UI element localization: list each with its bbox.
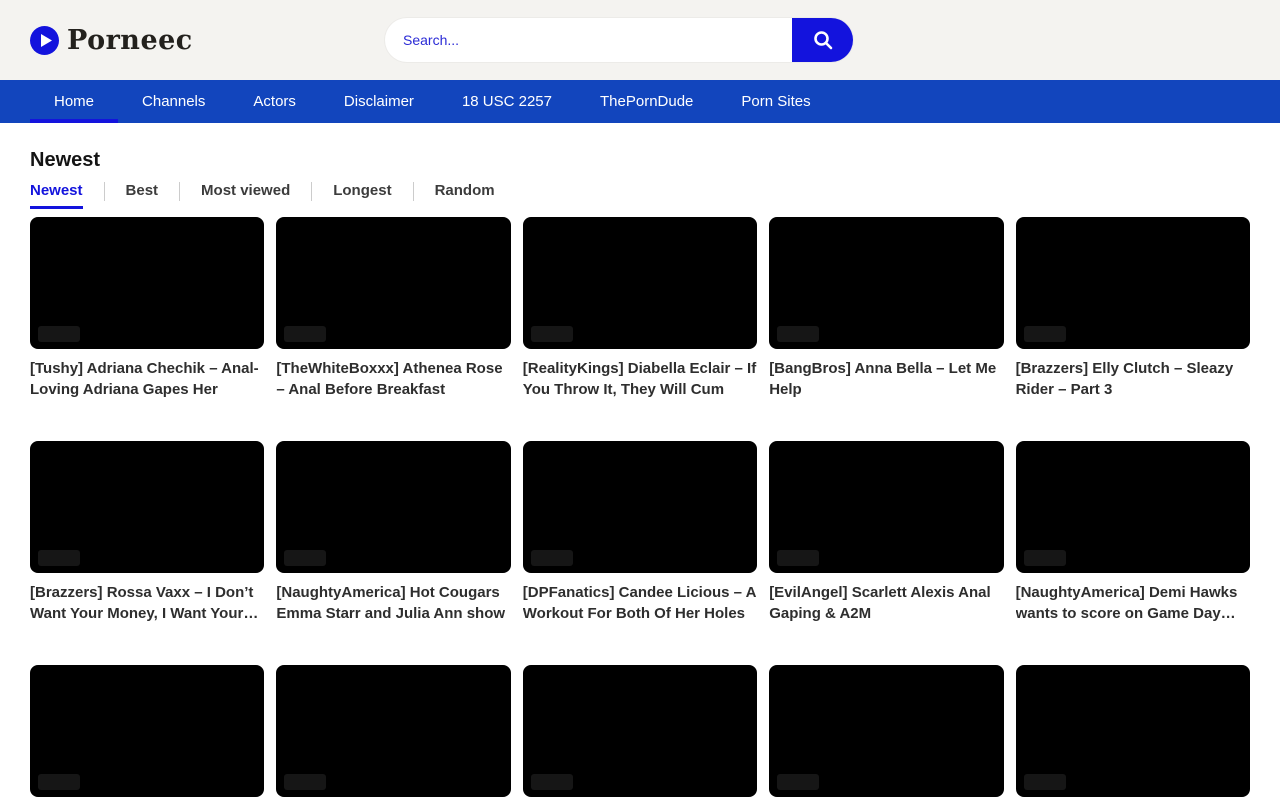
tab-divider bbox=[104, 182, 105, 201]
video-grid: [Tushy] Adriana Chechik – Anal-Loving Ad… bbox=[30, 217, 1250, 800]
video-thumbnail[interactable] bbox=[30, 441, 264, 573]
logo-text: Porneec bbox=[67, 25, 193, 56]
search-form bbox=[385, 18, 853, 62]
video-title[interactable]: [DPFanatics] Candee Licious – A Workout … bbox=[523, 582, 757, 624]
video-title[interactable]: [Brazzers] Elly Clutch – Sleazy Rider – … bbox=[1016, 358, 1250, 400]
video-thumbnail[interactable] bbox=[769, 441, 1003, 573]
video-title[interactable]: [NaughtyAmerica] Hot Cougars Emma Starr … bbox=[276, 582, 510, 624]
video-thumbnail[interactable] bbox=[276, 441, 510, 573]
video-title[interactable]: [Tushy] Adriana Chechik – Anal-Loving Ad… bbox=[30, 358, 264, 400]
duration-badge bbox=[777, 774, 819, 790]
video-card[interactable]: [Tushy] Adriana Chechik – Anal-Loving Ad… bbox=[30, 217, 264, 400]
nav-item-actors[interactable]: Actors bbox=[229, 80, 320, 123]
video-thumbnail[interactable] bbox=[30, 217, 264, 349]
nav-item-disclaimer[interactable]: Disclaimer bbox=[320, 80, 438, 123]
nav-item-label: Porn Sites bbox=[741, 93, 810, 110]
video-title[interactable]: [TheWhiteBoxxx] Athenea Rose – Anal Befo… bbox=[276, 358, 510, 400]
main-content: Newest Newest Best Most viewed Longest R… bbox=[0, 148, 1280, 800]
site-logo[interactable]: Porneec bbox=[30, 0, 193, 80]
tab-best[interactable]: Best bbox=[126, 182, 159, 209]
nav-item-theporndude[interactable]: ThePornDude bbox=[576, 80, 717, 123]
search-input[interactable] bbox=[385, 18, 792, 62]
video-card[interactable] bbox=[30, 665, 264, 800]
tab-divider bbox=[179, 182, 180, 201]
tab-divider bbox=[413, 182, 414, 201]
duration-badge bbox=[1024, 774, 1066, 790]
video-thumbnail[interactable] bbox=[1016, 665, 1250, 797]
video-title[interactable]: [BangBros] Anna Bella – Let Me Help bbox=[769, 358, 1003, 400]
nav-item-label: Channels bbox=[142, 93, 205, 110]
video-thumbnail[interactable] bbox=[523, 441, 757, 573]
nav-item-18-usc-2257[interactable]: 18 USC 2257 bbox=[438, 80, 576, 123]
duration-badge bbox=[284, 326, 326, 342]
video-title[interactable]: [RealityKings] Diabella Eclair – If You … bbox=[523, 358, 757, 400]
tab-divider bbox=[311, 182, 312, 201]
video-card[interactable]: [Brazzers] Elly Clutch – Sleazy Rider – … bbox=[1016, 217, 1250, 400]
magnifier-icon bbox=[812, 29, 834, 51]
search-button[interactable] bbox=[792, 18, 853, 62]
video-card[interactable]: [BangBros] Anna Bella – Let Me Help bbox=[769, 217, 1003, 400]
video-title[interactable]: [EvilAngel] Scarlett Alexis Anal Gaping … bbox=[769, 582, 1003, 624]
sort-tabs: Newest Best Most viewed Longest Random bbox=[30, 182, 1250, 209]
nav-item-label: ThePornDude bbox=[600, 93, 693, 110]
duration-badge bbox=[777, 550, 819, 566]
video-thumbnail[interactable] bbox=[769, 217, 1003, 349]
nav-item-label: Home bbox=[54, 93, 94, 110]
video-card[interactable] bbox=[1016, 665, 1250, 800]
nav-item-home[interactable]: Home bbox=[30, 80, 118, 123]
video-title[interactable]: [Brazzers] Rossa Vaxx – I Don’t Want You… bbox=[30, 582, 264, 624]
video-card[interactable]: [Brazzers] Rossa Vaxx – I Don’t Want You… bbox=[30, 441, 264, 624]
video-thumbnail[interactable] bbox=[30, 665, 264, 797]
duration-badge bbox=[531, 774, 573, 790]
tab-most-viewed[interactable]: Most viewed bbox=[201, 182, 290, 209]
video-card[interactable]: [NaughtyAmerica] Demi Hawks wants to sco… bbox=[1016, 441, 1250, 624]
video-title[interactable]: [NaughtyAmerica] Demi Hawks wants to sco… bbox=[1016, 582, 1250, 624]
duration-badge bbox=[38, 774, 80, 790]
video-thumbnail[interactable] bbox=[276, 217, 510, 349]
duration-badge bbox=[1024, 550, 1066, 566]
duration-badge bbox=[531, 326, 573, 342]
nav-item-label: Actors bbox=[253, 93, 296, 110]
video-thumbnail[interactable] bbox=[1016, 441, 1250, 573]
video-card[interactable] bbox=[523, 665, 757, 800]
video-card[interactable] bbox=[276, 665, 510, 800]
page-title: Newest bbox=[30, 148, 1250, 172]
nav-item-porn-sites[interactable]: Porn Sites bbox=[717, 80, 834, 123]
video-card[interactable]: [TheWhiteBoxxx] Athenea Rose – Anal Befo… bbox=[276, 217, 510, 400]
video-thumbnail[interactable] bbox=[1016, 217, 1250, 349]
tab-random[interactable]: Random bbox=[435, 182, 495, 209]
duration-badge bbox=[284, 774, 326, 790]
duration-badge bbox=[777, 326, 819, 342]
duration-badge bbox=[531, 550, 573, 566]
nav-item-label: Disclaimer bbox=[344, 93, 414, 110]
play-icon bbox=[30, 26, 59, 55]
nav-item-label: 18 USC 2257 bbox=[462, 93, 552, 110]
video-card[interactable]: [EvilAngel] Scarlett Alexis Anal Gaping … bbox=[769, 441, 1003, 624]
duration-badge bbox=[284, 550, 326, 566]
tab-newest[interactable]: Newest bbox=[30, 182, 83, 209]
site-header: Porneec bbox=[0, 0, 1280, 80]
duration-badge bbox=[1024, 326, 1066, 342]
video-thumbnail[interactable] bbox=[276, 665, 510, 797]
video-thumbnail[interactable] bbox=[523, 217, 757, 349]
video-thumbnail[interactable] bbox=[769, 665, 1003, 797]
duration-badge bbox=[38, 550, 80, 566]
video-card[interactable]: [DPFanatics] Candee Licious – A Workout … bbox=[523, 441, 757, 624]
main-nav: Home Channels Actors Disclaimer 18 USC 2… bbox=[0, 80, 1280, 123]
video-card[interactable] bbox=[769, 665, 1003, 800]
video-card[interactable]: [RealityKings] Diabella Eclair – If You … bbox=[523, 217, 757, 400]
nav-item-channels[interactable]: Channels bbox=[118, 80, 229, 123]
duration-badge bbox=[38, 326, 80, 342]
video-thumbnail[interactable] bbox=[523, 665, 757, 797]
video-card[interactable]: [NaughtyAmerica] Hot Cougars Emma Starr … bbox=[276, 441, 510, 624]
tab-longest[interactable]: Longest bbox=[333, 182, 391, 209]
